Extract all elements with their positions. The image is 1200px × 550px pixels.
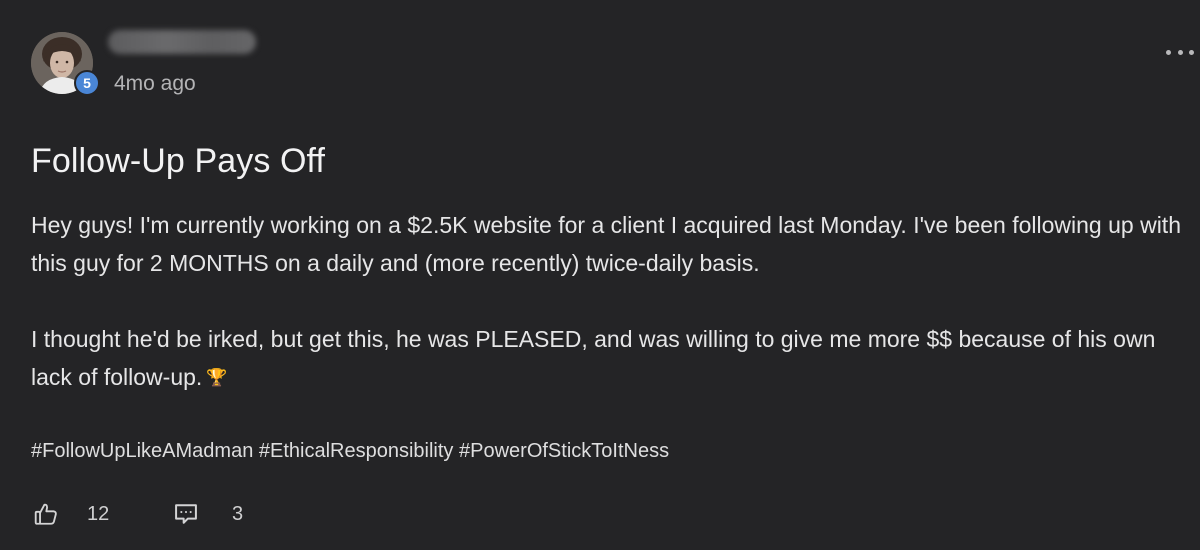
author-name-blurred[interactable]	[108, 30, 256, 54]
hashtag-list: #FollowUpLikeAMadman #EthicalResponsibil…	[31, 440, 669, 463]
more-options-button[interactable]	[1166, 44, 1194, 60]
post-body: Hey guys! I'm currently working on a $2.…	[31, 206, 1181, 397]
hashtag[interactable]: #EthicalResponsibility	[259, 440, 454, 462]
comment-count: 3	[232, 502, 244, 525]
like-count: 12	[87, 502, 110, 525]
comment-icon	[175, 504, 197, 524]
more-horizontal-icon-dot	[1177, 49, 1183, 55]
post-card: 5 4mo ago Follow-Up Pays Off Hey guys! I…	[0, 0, 1200, 550]
post-paragraph-2-text: I thought he'd be irked, but get this, h…	[31, 326, 1156, 390]
post-paragraph-1: Hey guys! I'm currently working on a $2.…	[31, 212, 1181, 276]
post-timestamp: 4mo ago	[114, 72, 196, 95]
thumbs-up-icon	[34, 503, 57, 525]
trophy-icon: 🏆	[206, 368, 228, 387]
comment-button[interactable]: 3	[172, 498, 243, 530]
level-badge: 5	[74, 70, 100, 96]
more-horizontal-icon-dot	[1189, 49, 1194, 55]
hashtag[interactable]: #PowerOfStickToItNess	[459, 440, 669, 462]
hashtag[interactable]: #FollowUpLikeAMadman	[31, 440, 253, 462]
more-horizontal-icon	[1166, 49, 1171, 55]
post-title: Follow-Up Pays Off	[31, 142, 326, 180]
like-button[interactable]: 12	[33, 498, 109, 530]
post-paragraph-2: I thought he'd be irked, but get this, h…	[31, 320, 1181, 397]
